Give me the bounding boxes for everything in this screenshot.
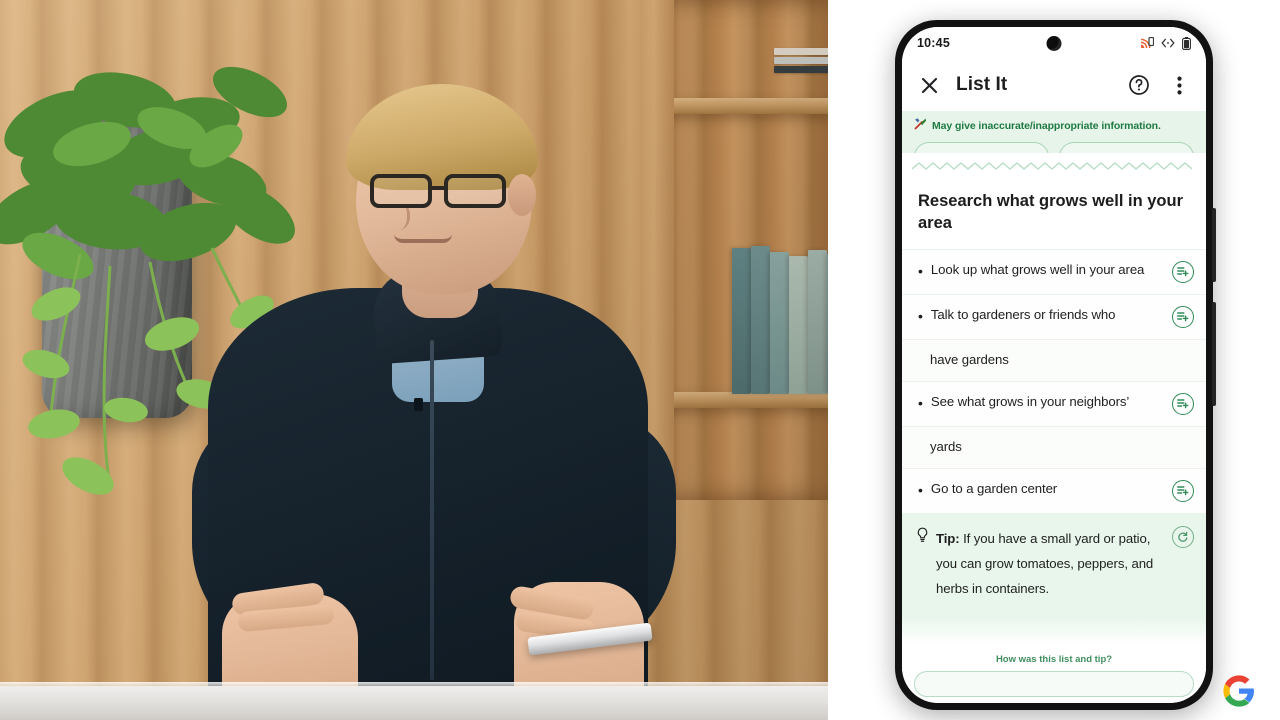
- add-to-list-icon[interactable]: [1172, 260, 1194, 283]
- zigzag-divider: [902, 153, 1206, 179]
- generated-list: • Look up what grows well in your area •: [902, 248, 1206, 513]
- refresh-icon[interactable]: [1172, 525, 1194, 548]
- bullet: •: [918, 307, 923, 324]
- tools-icon: [914, 117, 927, 135]
- volume-button[interactable]: [1212, 208, 1216, 282]
- list-item-text: Go to a garden center: [930, 480, 1058, 496]
- list-item-text: Look up what grows well in your area: [930, 261, 1145, 277]
- lightbulb-icon: [916, 527, 929, 548]
- list-item-text: have gardens: [930, 351, 1009, 367]
- battery-icon: [1182, 36, 1191, 50]
- suggestion-chips: [902, 135, 1206, 153]
- bullet: •: [918, 481, 923, 498]
- phone-panel: 10:45 List It May give inaccurate/inappr…: [828, 0, 1280, 720]
- person: [178, 82, 678, 720]
- add-to-list-icon[interactable]: [1172, 479, 1194, 502]
- feedback-prompt[interactable]: How was this list and tip?: [902, 643, 1206, 671]
- power-button[interactable]: [1212, 302, 1216, 406]
- code-brackets-icon: [1161, 38, 1175, 48]
- list-item[interactable]: • See what grows in your neighbors’: [902, 380, 1206, 426]
- suggestion-chip[interactable]: [1059, 142, 1194, 153]
- tip-fade: [902, 617, 1206, 644]
- more-vertical-icon[interactable]: [1166, 72, 1192, 98]
- phone-device-frame: 10:45 List It May give inaccurate/inappr…: [895, 20, 1216, 710]
- app-title: List It: [956, 74, 1008, 95]
- glasses: [370, 174, 530, 210]
- cast-signal-icon: [1140, 37, 1154, 49]
- status-icons: [1140, 36, 1191, 50]
- list-item-text: yards: [930, 438, 962, 454]
- list-item-text: See what grows in your neighbors’: [930, 393, 1130, 409]
- help-circle-icon[interactable]: [1126, 72, 1152, 98]
- add-to-list-icon[interactable]: [1172, 392, 1194, 415]
- app-bar: List It: [902, 59, 1206, 111]
- bullet: •: [918, 394, 923, 411]
- counter-top: [0, 686, 828, 720]
- google-logo: [1222, 674, 1256, 708]
- page-title: Research what grows well in your area: [902, 179, 1206, 249]
- disclaimer-text: May give inaccurate/inappropriate inform…: [932, 120, 1161, 132]
- phone-screen: 10:45 List It May give inaccurate/inappr…: [902, 27, 1206, 703]
- list-item[interactable]: • Go to a garden center: [902, 467, 1206, 513]
- suggestion-chip[interactable]: [914, 142, 1049, 153]
- status-clock: 10:45: [917, 36, 950, 50]
- list-item-continuation[interactable]: have gardens: [902, 338, 1206, 381]
- disclaimer-banner: May give inaccurate/inappropriate inform…: [902, 111, 1206, 135]
- list-item-continuation[interactable]: yards: [902, 425, 1206, 468]
- screenshot-root: 10:45 List It May give inaccurate/inappr…: [0, 0, 1280, 720]
- bottom-action-bar[interactable]: [914, 670, 1194, 697]
- add-to-list-icon[interactable]: [1172, 305, 1194, 328]
- video-frame: [0, 0, 828, 720]
- tip-card: Tip: If you have a small yard or patio, …: [902, 512, 1206, 618]
- tip-text: Tip: If you have a small yard or patio, …: [936, 526, 1165, 602]
- front-camera-punch-hole: [1046, 36, 1062, 51]
- list-item-text: Talk to gardeners or friends who: [930, 306, 1116, 322]
- close-icon[interactable]: [916, 72, 942, 98]
- lapel-mic: [414, 398, 423, 411]
- list-item[interactable]: • Look up what grows well in your area: [902, 248, 1206, 294]
- list-item[interactable]: • Talk to gardeners or friends who: [902, 293, 1206, 339]
- result-sheet: May give inaccurate/inappropriate inform…: [902, 111, 1206, 703]
- status-bar: 10:45: [902, 27, 1206, 59]
- bullet: •: [918, 262, 923, 279]
- tip-label: Tip:: [936, 530, 960, 546]
- tip-body: If you have a small yard or patio, you c…: [936, 530, 1154, 597]
